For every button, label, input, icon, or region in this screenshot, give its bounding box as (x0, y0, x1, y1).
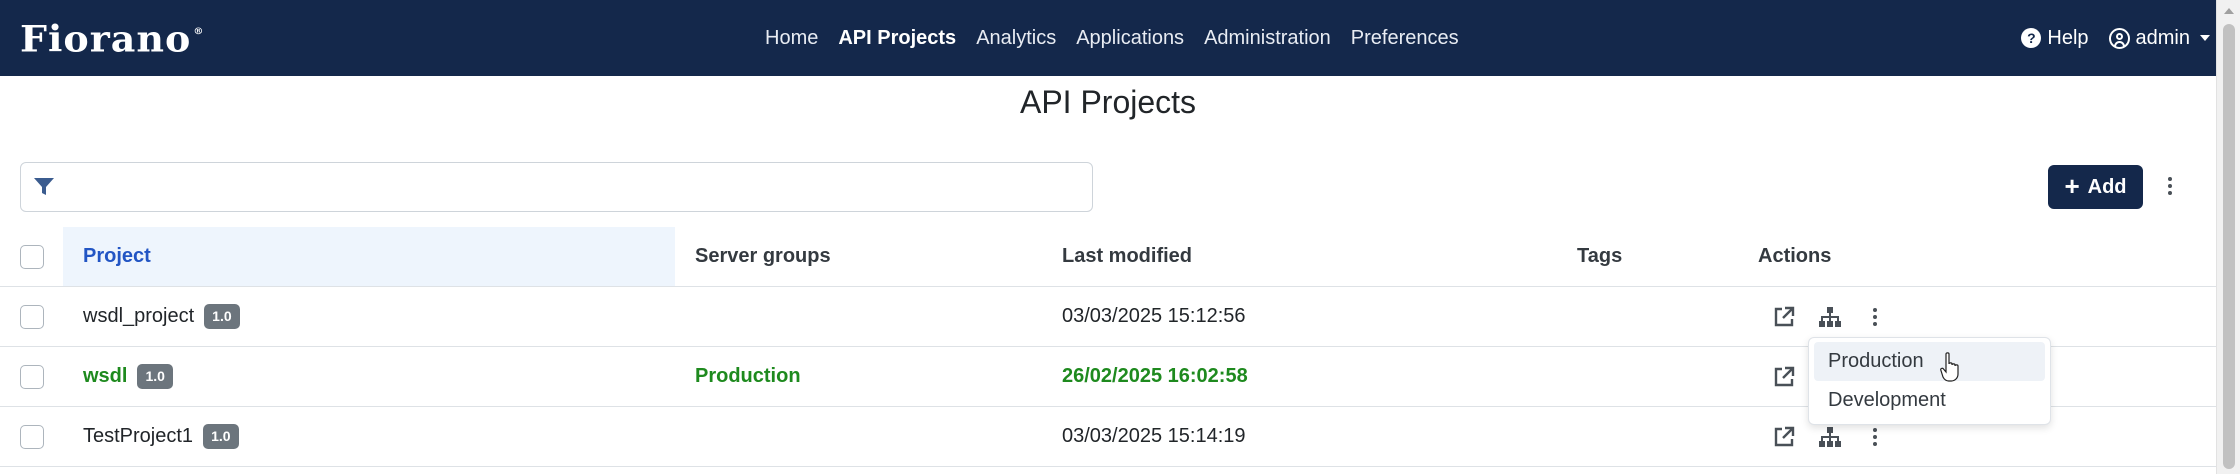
tags-cell (1577, 407, 1747, 466)
user-menu[interactable]: admin (2108, 26, 2210, 50)
version-badge: 1.0 (203, 424, 239, 449)
brand-logo[interactable]: Fiorano ® (20, 16, 205, 60)
dropdown-item-production[interactable]: Production (1814, 342, 2045, 381)
project-name[interactable]: TestProject1 (83, 425, 193, 448)
logo-registered-mark: ® (193, 26, 205, 37)
server-group-dropdown: Production Development (1808, 337, 2051, 425)
user-icon (2108, 27, 2130, 49)
filter-bar[interactable] (20, 162, 1093, 212)
logo-text: Fiorano (20, 16, 192, 60)
filter-input[interactable] (67, 169, 1077, 205)
open-external-icon[interactable] (1772, 425, 1796, 449)
header-actions: Actions (1758, 245, 1832, 267)
sitemap-icon[interactable] (1818, 425, 1842, 449)
nav-home[interactable]: Home (755, 27, 828, 50)
row-checkbox[interactable] (20, 364, 44, 389)
nav-preferences[interactable]: Preferences (1341, 27, 1469, 50)
header-server-groups[interactable]: Server groups (695, 227, 1055, 286)
plus-icon: + (2064, 170, 2080, 201)
main-nav: Home API Projects Analytics Applications… (755, 0, 1469, 76)
tags-cell (1577, 347, 1747, 406)
help-icon: ? (2021, 28, 2042, 48)
version-badge: 1.0 (204, 304, 240, 329)
nav-applications[interactable]: Applications (1066, 27, 1194, 50)
add-button[interactable]: + Add (2048, 165, 2143, 209)
row-checkbox-cell (20, 407, 60, 466)
add-label: Add (2087, 175, 2127, 198)
tags-cell (1577, 287, 1747, 346)
row-checkbox-cell (20, 347, 60, 406)
dropdown-item-development[interactable]: Development (1814, 381, 2045, 420)
row-kebab-icon[interactable] (1865, 425, 1885, 449)
open-external-icon[interactable] (1772, 365, 1796, 389)
project-cell: wsdl 1.0 (63, 347, 675, 406)
select-all-cell (20, 227, 60, 286)
version-badge: 1.0 (137, 364, 173, 389)
open-external-icon[interactable] (1772, 305, 1796, 329)
project-name[interactable]: wsdl_project (83, 305, 194, 328)
nav-right: ? Help admin (2021, 0, 2210, 76)
server-groups-cell (695, 287, 1055, 346)
nav-analytics[interactable]: Analytics (966, 27, 1066, 50)
project-cell: TestProject1 1.0 (63, 407, 675, 466)
more-options-kebab-icon[interactable] (2160, 174, 2180, 198)
select-all-checkbox[interactable] (20, 244, 44, 269)
help-label: Help (2047, 26, 2089, 49)
filter-icon (34, 178, 54, 195)
row-checkbox[interactable] (20, 304, 44, 329)
header-tags[interactable]: Tags (1577, 227, 1747, 286)
hand-cursor-icon (1940, 352, 1959, 382)
last-modified-cell: 03/03/2025 15:14:19 (1062, 425, 1246, 447)
row-kebab-icon[interactable] (1865, 305, 1885, 329)
scroll-up-arrow-icon[interactable] (2224, 8, 2234, 14)
page-title: API Projects (1019, 84, 1197, 120)
header-project[interactable]: Project (63, 227, 675, 286)
server-groups-cell: Production (695, 365, 801, 387)
user-label: admin (2135, 26, 2190, 49)
project-name[interactable]: wsdl (83, 365, 127, 388)
chevron-down-icon (2200, 35, 2210, 41)
header-last-modified[interactable]: Last modified (1062, 227, 1562, 286)
scroll-thumb[interactable] (2223, 24, 2235, 469)
last-modified-cell: 26/02/2025 16:02:58 (1062, 365, 1248, 387)
nav-administration[interactable]: Administration (1194, 27, 1341, 50)
table-header-row: Project Server groups Last modified Tags… (0, 227, 2216, 287)
top-navbar: Fiorano ® Home API Projects Analytics App… (0, 0, 2240, 76)
help-link[interactable]: ? Help (2021, 26, 2089, 50)
page-scrollbar[interactable] (2216, 0, 2240, 474)
sitemap-icon[interactable] (1818, 305, 1842, 329)
row-checkbox-cell (20, 287, 60, 346)
server-groups-cell (695, 407, 1055, 466)
project-cell: wsdl_project 1.0 (63, 287, 675, 346)
nav-api-projects[interactable]: API Projects (828, 27, 966, 50)
last-modified-cell: 03/03/2025 15:12:56 (1062, 305, 1246, 327)
row-checkbox[interactable] (20, 424, 44, 449)
